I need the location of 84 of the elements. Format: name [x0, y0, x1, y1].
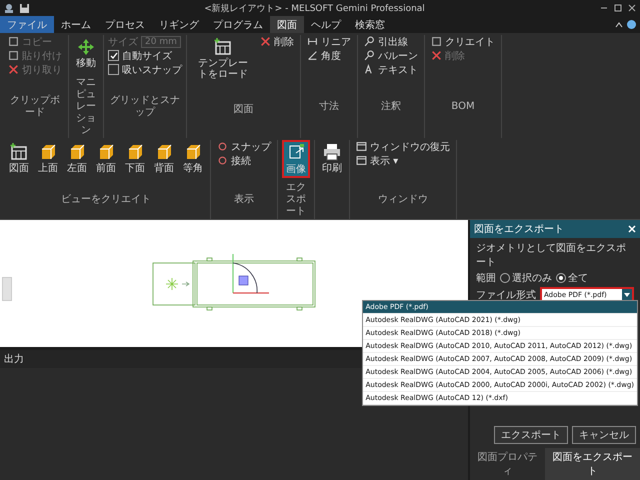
ribbon-button[interactable]: 角度	[305, 49, 353, 62]
ribbon-button[interactable]: 等角	[180, 140, 206, 176]
dimension-icon	[307, 50, 318, 61]
ribbon-button[interactable]: 図面	[6, 140, 32, 176]
cross-icon	[431, 50, 442, 61]
field-label: ファイル形式	[476, 288, 536, 302]
ribbon-button[interactable]: 下面	[122, 140, 148, 176]
printer-icon	[322, 142, 342, 162]
menu-tab[interactable]: 図面	[270, 16, 304, 33]
field-label: 範囲	[476, 272, 496, 285]
panel-title: 図面をエクスポート	[474, 223, 565, 236]
cross-icon	[260, 36, 271, 47]
window-icon	[356, 141, 367, 152]
menu-tab[interactable]: プログラム	[206, 16, 270, 33]
table-icon	[213, 37, 233, 57]
app-logo-icon	[4, 3, 14, 13]
menu-tab[interactable]: リギング	[152, 16, 206, 33]
ribbon-button[interactable]: ウィンドウの復元	[354, 140, 452, 153]
dialog-button[interactable]: キャンセル	[572, 426, 636, 444]
move-arrows-icon	[76, 37, 96, 57]
ribbon-button[interactable]: 表示 ▾	[354, 154, 452, 167]
group-label: マニピュレーション	[76, 77, 96, 136]
menu-tab[interactable]: ファイル	[0, 16, 54, 33]
group-label: クリップボード	[10, 95, 60, 118]
panel-title: 出力	[4, 352, 24, 366]
save-icon[interactable]	[20, 4, 29, 12]
checkbox-label: 吸いスナップ	[122, 64, 182, 76]
window-icon	[356, 155, 367, 166]
ribbon-button[interactable]: 印刷	[319, 140, 345, 176]
arrow-icon	[182, 281, 190, 286]
help-circle-icon[interactable]	[627, 20, 636, 29]
menu-tab[interactable]: 検索窓	[348, 16, 392, 33]
radio-option[interactable]: 選択のみ	[500, 271, 552, 285]
ribbon-button[interactable]: バルーン	[362, 49, 420, 62]
ribbon-button[interactable]: クリエイト	[429, 35, 497, 48]
collapse-caret-icon[interactable]	[615, 20, 623, 28]
group-label: エクスポート	[286, 182, 306, 217]
ribbon-button[interactable]: 左面	[64, 140, 90, 176]
field-label: サイズ	[108, 36, 138, 48]
ribbon-button[interactable]: 接続	[215, 154, 273, 167]
group-label: ウィンドウ	[378, 194, 428, 205]
menu-tab[interactable]: プロセス	[98, 16, 152, 33]
circle-icon	[217, 141, 228, 152]
ribbon-button[interactable]: 移動	[73, 35, 99, 71]
radio-option[interactable]: 全て	[556, 271, 588, 285]
section-title: ジオメトリとして図面をエクスポート	[476, 243, 626, 268]
ribbon-button[interactable]: 引出線	[362, 35, 420, 48]
ribbon-button[interactable]: 画像	[282, 140, 310, 178]
ribbon-button[interactable]: テンプレートをロード	[191, 35, 255, 82]
menu-tab[interactable]: ヘルプ	[304, 16, 348, 33]
ribbon-button[interactable]: 前面	[93, 140, 119, 176]
group-label: 表示	[234, 194, 254, 205]
group-label: ビューをクリエイト	[61, 194, 151, 205]
ribbon-button[interactable]: スナップ	[215, 140, 273, 153]
checkbox[interactable]	[108, 50, 119, 61]
square-icon	[431, 36, 442, 47]
maximize-icon[interactable]	[614, 4, 622, 12]
circle-icon	[217, 155, 228, 166]
window-title: <新規レイアウト> - MELSOFT Gemini Professional	[203, 2, 426, 14]
group-label: 注釈	[381, 101, 401, 112]
group-label: BOM	[451, 101, 475, 112]
ribbon-button[interactable]: 背面	[151, 140, 177, 176]
panel-tab[interactable]: 図面プロパティ	[470, 448, 546, 480]
checkbox[interactable]	[108, 64, 119, 75]
ribbon-button[interactable]: 削除	[258, 35, 296, 48]
dimension-icon	[307, 36, 318, 47]
square-icon	[8, 50, 19, 61]
group-label: グリッドとスナップ	[110, 95, 180, 118]
square-icon	[8, 36, 19, 47]
checkbox-label: 自動サイズ	[122, 50, 172, 62]
ribbon-button[interactable]: 上面	[35, 140, 61, 176]
ribbon-button[interactable]: リニア	[305, 35, 353, 48]
group-label: 寸法	[319, 101, 339, 112]
dialog-button[interactable]: エクスポート	[494, 426, 568, 444]
menu-tab[interactable]: ホーム	[54, 16, 98, 33]
sun-icon	[166, 277, 178, 290]
axis-gizmo-drawing	[232, 253, 269, 294]
caret-icon	[624, 293, 630, 297]
cross-icon	[8, 64, 19, 75]
close-icon[interactable]	[628, 4, 636, 12]
ribbon-button[interactable]: テキスト	[362, 63, 420, 76]
group-label: 図面	[234, 104, 254, 114]
panel-tab[interactable]: 図面をエクスポート	[545, 448, 640, 480]
table-icon	[9, 142, 29, 162]
